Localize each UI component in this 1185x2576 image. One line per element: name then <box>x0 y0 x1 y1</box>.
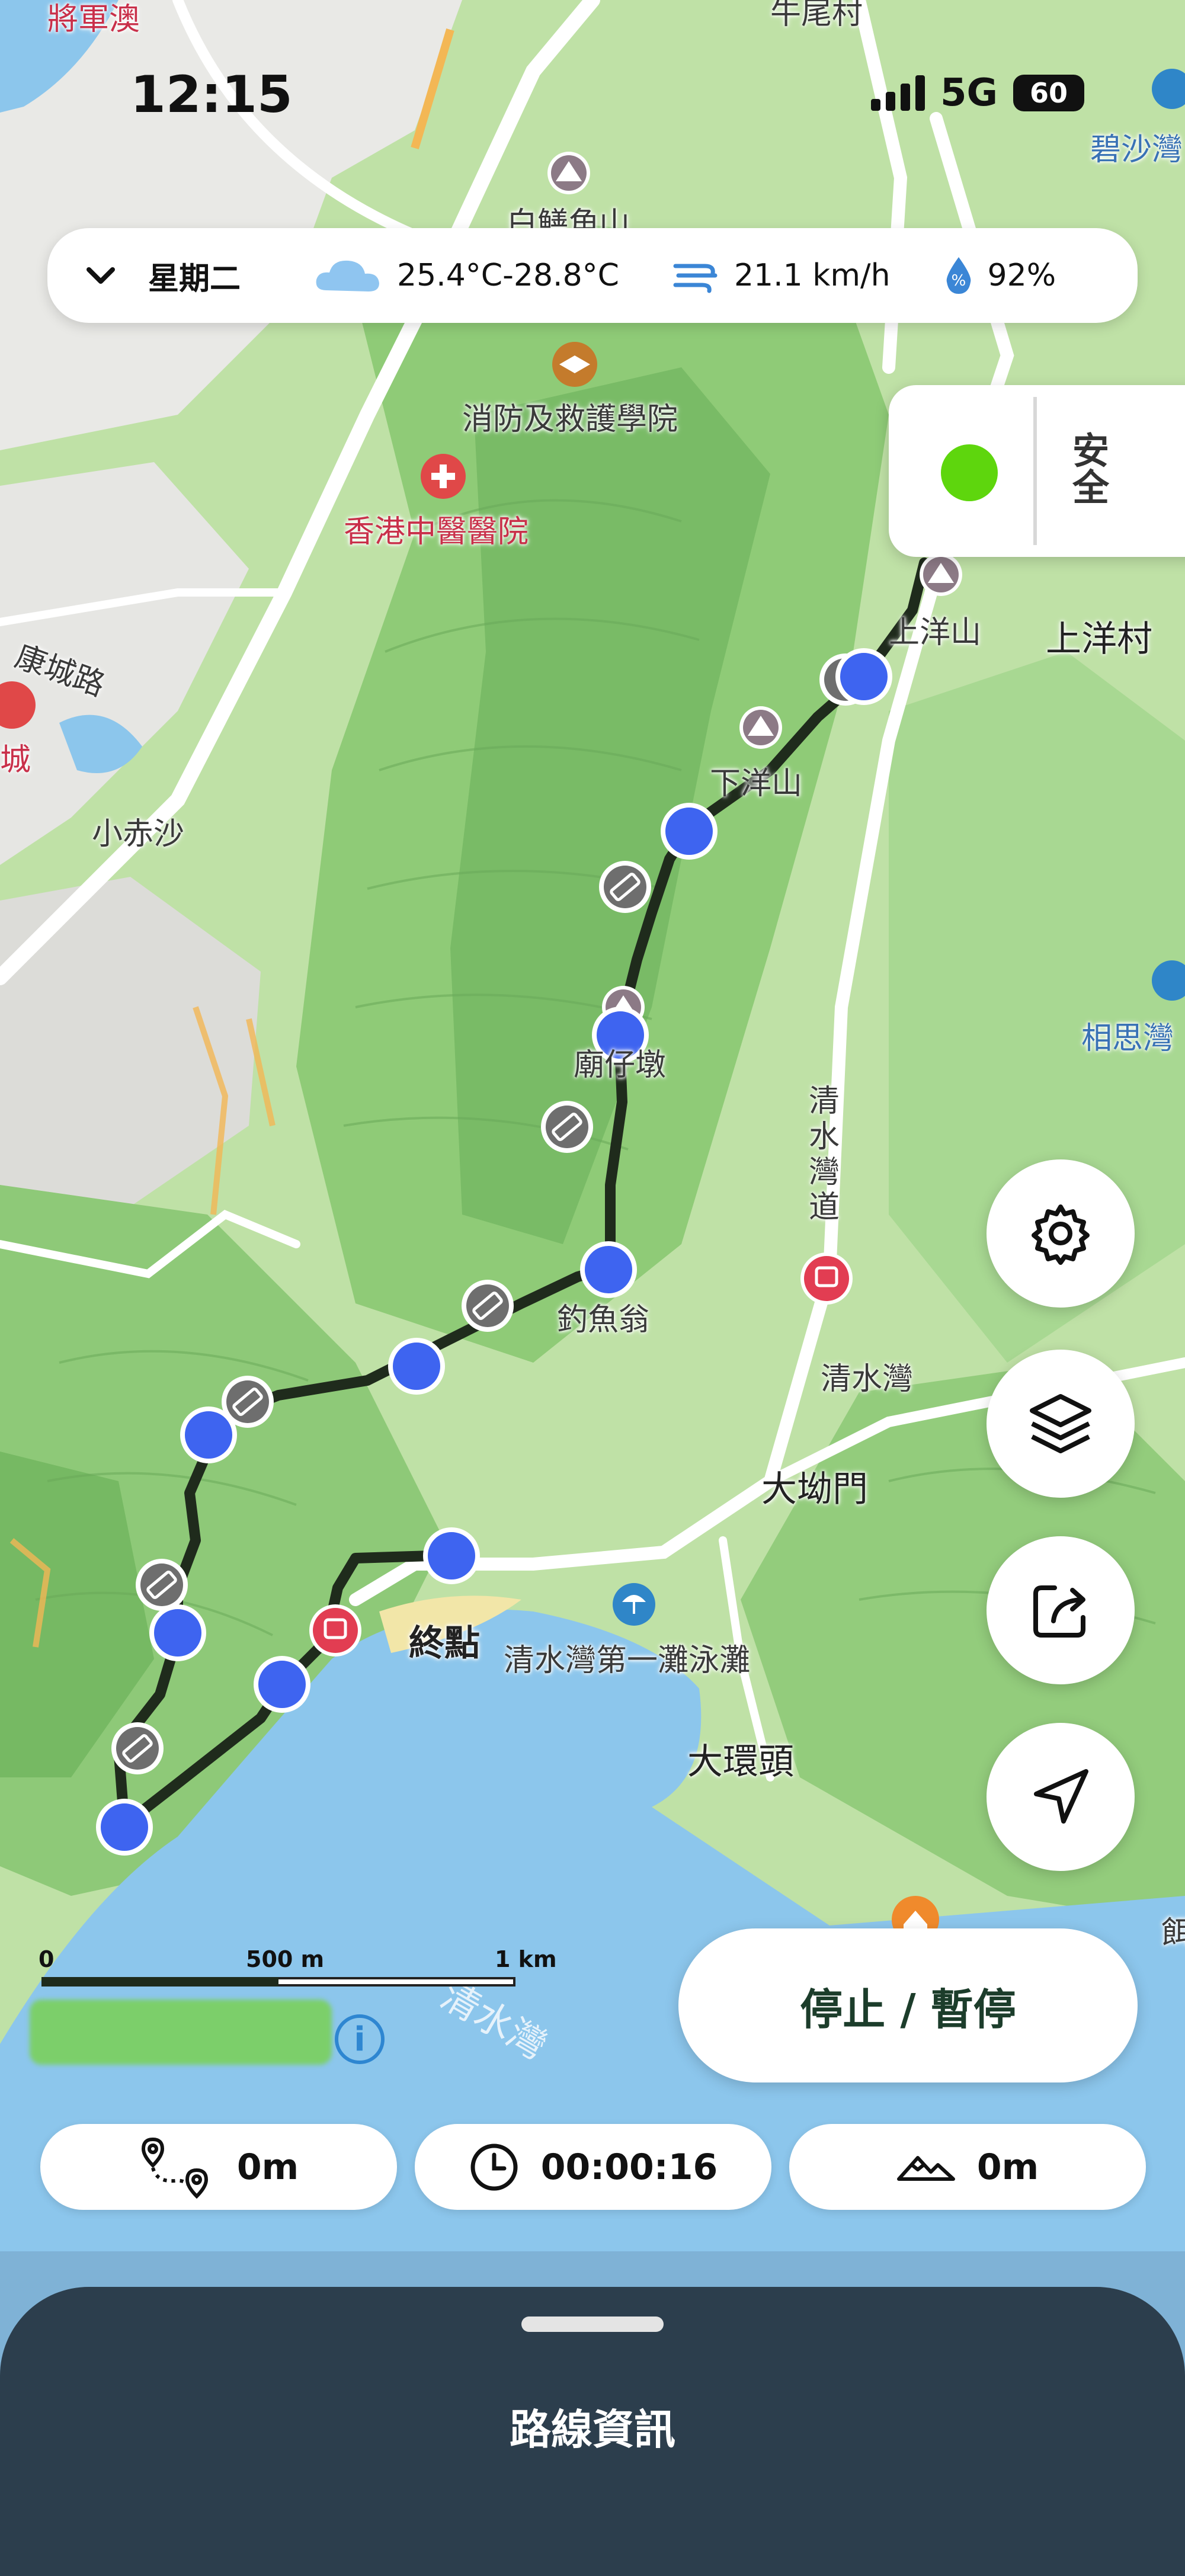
locate-button[interactable] <box>987 1723 1135 1871</box>
map-label: 上洋山 <box>889 615 982 651</box>
distance-value: 0m <box>236 2146 299 2188</box>
distance-stat: 0m <box>40 2124 397 2210</box>
scale-fill <box>41 1977 278 1987</box>
layers-button[interactable] <box>987 1350 1135 1498</box>
duration-value: 00:00:16 <box>540 2146 718 2188</box>
weather-bar[interactable]: 星期二 25.4°C-28.8°C 21.1 km/h % 92% <box>47 228 1138 323</box>
humidity-icon: % <box>946 257 971 294</box>
map-label: 清水灣 <box>821 1361 914 1397</box>
map-label: 相思灣 <box>1081 1021 1174 1056</box>
elevation-value: 0m <box>976 2146 1039 2188</box>
map-label: 廟仔墩 <box>574 1047 667 1083</box>
gear-icon <box>1032 1204 1090 1265</box>
map-label: 清水灣道 <box>809 1084 840 1226</box>
info-icon[interactable]: i <box>335 2014 385 2064</box>
drag-handle[interactable] <box>521 2317 664 2332</box>
cloud-icon <box>316 260 380 291</box>
safety-status-dot <box>941 444 998 501</box>
svg-text:%: % <box>951 272 966 290</box>
safety-status-panel[interactable]: 安全 <box>889 385 1185 557</box>
temperature-range: 25.4°C-28.8°C <box>397 258 619 293</box>
elevation-stat: 0m <box>789 2124 1146 2210</box>
navigation-arrow-icon <box>1034 1769 1088 1824</box>
map-label: 城 <box>0 742 31 778</box>
wind-icon <box>673 264 718 293</box>
map-label: 釣魚翁 <box>557 1302 650 1338</box>
humidity-item: % 92% <box>944 256 1056 295</box>
share-button[interactable] <box>987 1536 1135 1684</box>
wind-speed: 21.1 km/h <box>734 258 891 293</box>
map-attribution <box>30 2000 332 2065</box>
map-label: 大坳門 <box>761 1469 868 1510</box>
mountain-icon <box>896 2155 955 2181</box>
map-label: 小赤沙 <box>92 816 185 852</box>
scale-label: 0 <box>39 1946 55 1972</box>
signal-icon <box>870 75 925 111</box>
scale-label: 1 km <box>495 1946 557 1972</box>
safety-status-label: 安全 <box>1066 431 1109 505</box>
route-info-panel[interactable]: 路線資訊 <box>0 2287 1185 2576</box>
humidity-value: 92% <box>987 258 1056 293</box>
route-icon <box>141 2137 208 2199</box>
chevron-down-icon[interactable] <box>83 264 118 287</box>
map-label: 碧沙灣 <box>1090 132 1183 168</box>
temperature-item: 25.4°C-28.8°C <box>312 255 619 296</box>
map-label: 下洋山 <box>710 766 803 802</box>
share-icon <box>1033 1585 1085 1638</box>
status-time: 12:15 <box>130 65 293 124</box>
panel-title: 路線資訊 <box>510 2405 675 2454</box>
map-label: 將軍澳 <box>47 2 140 37</box>
duration-stat: 00:00:16 <box>415 2124 771 2210</box>
map-label: 清水灣第一灘泳灘 <box>504 1643 751 1678</box>
battery-icon: 60 <box>1013 75 1084 111</box>
map-scale-bar: 0 500 m 1 km <box>36 1946 569 2005</box>
settings-button[interactable] <box>987 1159 1135 1308</box>
map-label: 牛尾村 <box>770 0 863 31</box>
wind-item: 21.1 km/h <box>672 258 891 293</box>
map-label: 大環頭 <box>687 1741 794 1783</box>
map-label: 上洋村 <box>1046 619 1152 660</box>
weekday: 星期二 <box>148 261 241 297</box>
divider <box>1033 397 1037 545</box>
map-label: 香港中醫醫院 <box>344 514 529 550</box>
clock-icon <box>470 2144 518 2190</box>
stop-pause-button[interactable]: 停止 / 暫停 <box>678 1928 1138 2082</box>
network-type: 5G <box>940 71 998 115</box>
layers-icon <box>1030 1394 1091 1453</box>
scale-label: 500 m <box>246 1946 325 1972</box>
map-label: 消防及救護學院 <box>462 402 678 437</box>
map-label: 餌 <box>1161 1915 1185 1951</box>
end-point-label: 終點 <box>409 1623 480 1664</box>
status-indicators: 5G 60 <box>870 71 1084 115</box>
